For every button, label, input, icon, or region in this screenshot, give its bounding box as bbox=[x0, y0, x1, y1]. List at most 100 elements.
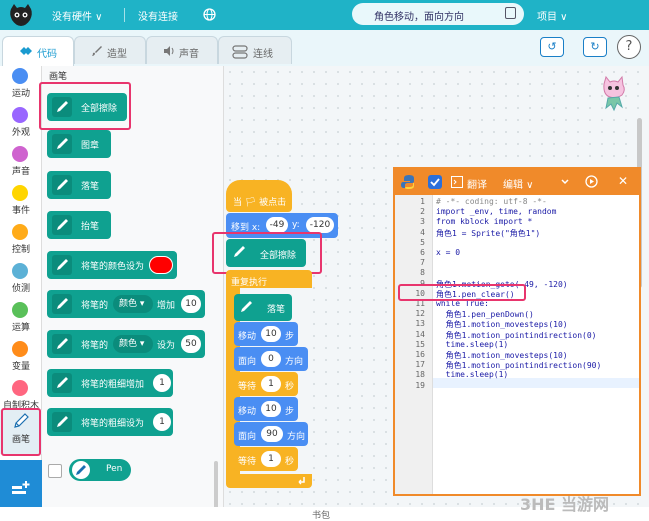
block-move-steps[interactable]: 移动 10 步 bbox=[234, 397, 298, 421]
category-motion[interactable]: 运动 bbox=[0, 68, 42, 106]
brush-icon bbox=[92, 46, 102, 56]
steps-input[interactable]: 10 bbox=[261, 326, 281, 342]
tab-label: 连线 bbox=[253, 49, 273, 60]
x-input[interactable]: -49 bbox=[266, 217, 288, 233]
block-label: 等待 bbox=[238, 382, 257, 392]
param-dropdown[interactable]: 颜色 ▾ bbox=[113, 295, 153, 313]
watermark: 3HE 当游网 bbox=[520, 495, 610, 514]
divider bbox=[124, 8, 125, 22]
block-label: 秒 bbox=[285, 457, 295, 467]
category-control[interactable]: 控制 bbox=[0, 224, 42, 262]
category-events[interactable]: 事件 bbox=[0, 185, 42, 223]
block-pen-up[interactable]: 抬笔 bbox=[47, 211, 111, 239]
check-icon[interactable] bbox=[428, 175, 442, 189]
save-icon[interactable] bbox=[505, 7, 516, 19]
steps-input[interactable]: 10 bbox=[261, 401, 281, 417]
direction-input[interactable]: 90 bbox=[261, 426, 283, 442]
block-label: 抬笔 bbox=[81, 222, 100, 232]
category-dot bbox=[12, 380, 28, 396]
tab-wiring[interactable]: 连线 bbox=[218, 36, 292, 64]
category-sensing[interactable]: 侦测 bbox=[0, 263, 42, 301]
pen-checkbox[interactable] bbox=[48, 464, 62, 478]
param-dropdown[interactable]: 颜色 ▾ bbox=[113, 335, 153, 353]
value-input[interactable]: 1 bbox=[153, 413, 171, 431]
value-input[interactable]: 10 bbox=[181, 295, 201, 313]
extension-icon bbox=[12, 481, 30, 494]
direction-input[interactable]: 0 bbox=[261, 351, 281, 367]
block-label: 将笔的粗细增加 bbox=[81, 380, 145, 390]
cat-logo-icon[interactable] bbox=[8, 3, 34, 27]
highlight-box bbox=[212, 232, 322, 274]
palette-title: 画笔 bbox=[49, 72, 68, 82]
category-label: 变量 bbox=[11, 362, 30, 372]
redo-button[interactable]: ↻ bbox=[583, 37, 607, 57]
category-label: 外观 bbox=[11, 128, 30, 138]
value-input[interactable]: 50 bbox=[181, 335, 201, 353]
help-button[interactable]: ? bbox=[617, 35, 641, 59]
block-when-flag-clicked[interactable]: 当 🏳 被点击 bbox=[226, 180, 292, 212]
undo-button[interactable]: ↺ bbox=[540, 37, 564, 57]
current-line bbox=[433, 378, 639, 388]
category-variables[interactable]: 变量 bbox=[0, 341, 42, 379]
pen-icon bbox=[52, 412, 72, 432]
category-sound[interactable]: 声音 bbox=[0, 146, 42, 184]
connection-menu[interactable]: 没有连接 bbox=[138, 8, 178, 23]
block-stamp[interactable]: 图章 bbox=[47, 130, 111, 158]
sprite-thumbnail-icon[interactable] bbox=[596, 74, 630, 112]
code-panel-header: 翻译 编辑 ∨ ✕ bbox=[395, 169, 639, 195]
block-pen-down[interactable]: 落笔 bbox=[47, 171, 111, 199]
top-bar: 没有硬件 ∨ 没有连接 角色移动，面向方向 项目 ∨ bbox=[0, 0, 649, 30]
block-label: 将笔的颜色设为 bbox=[81, 262, 145, 272]
block-wait[interactable]: 等待 1 秒 bbox=[234, 372, 298, 396]
project-name-field[interactable]: 角色移动，面向方向 bbox=[352, 3, 524, 25]
python-code-panel: 翻译 编辑 ∨ ✕ 1 # -*- coding: utf-8 -*- 2 impor… bbox=[393, 167, 641, 496]
hardware-menu[interactable]: 没有硬件 ∨ bbox=[52, 8, 103, 23]
block-label: 设为 bbox=[157, 341, 176, 351]
category-operators[interactable]: 运算 bbox=[0, 302, 42, 340]
line-number: 12 bbox=[415, 309, 425, 319]
category-list: 运动 外观 声音 事件 控制 侦测 运算 变量 自制积木 画笔 bbox=[0, 66, 42, 521]
line-number: 18 bbox=[415, 370, 425, 380]
block-set-pen-color[interactable]: 将笔的颜色设为 bbox=[47, 251, 177, 279]
color-swatch[interactable] bbox=[149, 256, 173, 274]
category-dot bbox=[12, 263, 28, 279]
block-pen-down-script[interactable]: 落笔 bbox=[234, 294, 292, 321]
block-pen-reporter[interactable]: Pen bbox=[69, 459, 131, 481]
close-icon[interactable]: ✕ bbox=[618, 174, 628, 188]
backpack-label: 书包 bbox=[312, 511, 331, 521]
pen-icon bbox=[52, 215, 72, 235]
highlight-box bbox=[398, 284, 526, 301]
pen-icon bbox=[241, 301, 252, 312]
chevron-down-icon[interactable] bbox=[560, 177, 570, 187]
tab-code[interactable]: 代码 bbox=[2, 36, 74, 66]
block-move-steps[interactable]: 移动 10 步 bbox=[234, 322, 298, 346]
project-menu[interactable]: 项目 ∨ bbox=[537, 8, 568, 23]
block-set-pen-param[interactable]: 将笔的 颜色 ▾ 设为 50 bbox=[47, 330, 205, 358]
translate-button[interactable]: 翻译 bbox=[467, 176, 487, 191]
tab-costume[interactable]: 造型 bbox=[74, 36, 146, 64]
seconds-input[interactable]: 1 bbox=[261, 451, 281, 467]
pen-icon bbox=[52, 334, 72, 354]
block-label: 等待 bbox=[238, 457, 257, 467]
value-input[interactable]: 1 bbox=[153, 374, 171, 392]
block-change-pen-size[interactable]: 将笔的粗细增加 1 bbox=[47, 369, 173, 397]
play-icon[interactable] bbox=[585, 175, 598, 188]
line-number: 1 bbox=[420, 197, 425, 206]
category-looks[interactable]: 外观 bbox=[0, 107, 42, 145]
block-label: 将笔的 bbox=[81, 301, 109, 311]
y-input[interactable]: -120 bbox=[306, 217, 334, 233]
wiring-icon bbox=[232, 45, 248, 59]
seconds-input[interactable]: 1 bbox=[261, 376, 281, 392]
block-point-direction[interactable]: 面向 90 方向 bbox=[234, 422, 308, 446]
block-label: 将笔的粗细设为 bbox=[81, 419, 145, 429]
edit-menu[interactable]: 编辑 ∨ bbox=[503, 176, 534, 191]
block-label: 将笔的 bbox=[81, 341, 109, 351]
block-point-direction[interactable]: 面向 0 方向 bbox=[234, 347, 308, 371]
globe-icon[interactable] bbox=[203, 8, 216, 21]
pen-icon bbox=[52, 373, 72, 393]
block-change-pen-param[interactable]: 将笔的 颜色 ▾ 增加 10 bbox=[47, 290, 205, 318]
tab-sound[interactable]: 声音 bbox=[146, 36, 218, 64]
block-set-pen-size[interactable]: 将笔的粗细设为 1 bbox=[47, 408, 173, 436]
block-wait[interactable]: 等待 1 秒 bbox=[234, 447, 298, 471]
block-label: y: bbox=[292, 220, 300, 230]
